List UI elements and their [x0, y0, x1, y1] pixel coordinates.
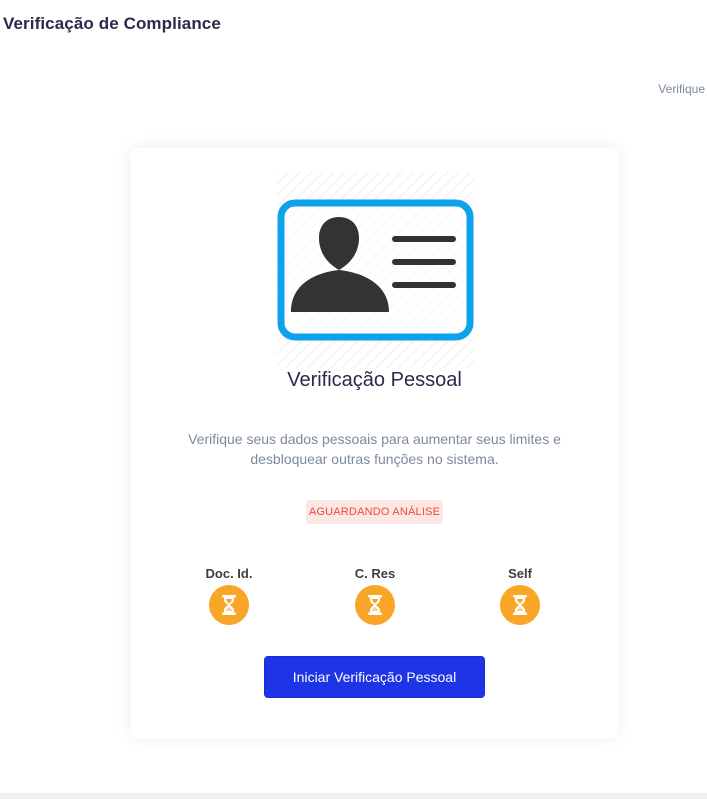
hourglass-icon: [355, 585, 395, 625]
card-title: Verificação Pessoal: [287, 369, 462, 391]
verification-card: Verificação Pessoal Verifique seus dados…: [131, 148, 618, 738]
step-self: Self: [480, 565, 560, 625]
card-description: Verifique seus dados pessoais para aumen…: [188, 431, 561, 467]
step-label: Doc. Id.: [205, 566, 253, 581]
step-label: Self: [508, 566, 532, 581]
status-badge: AGUARDANDO ANÁLISE: [306, 500, 443, 524]
breadcrumb[interactable]: Verifique: [658, 82, 705, 96]
footer-bar: [0, 793, 707, 799]
hourglass-icon: [209, 585, 249, 625]
step-doc-id: Doc. Id.: [189, 565, 269, 625]
start-verification-button[interactable]: Iniciar Verificação Pessoal: [264, 656, 485, 698]
hourglass-icon: [500, 585, 540, 625]
page-title: Verificação de Compliance: [3, 14, 221, 33]
step-label: C. Res: [354, 566, 396, 581]
step-c-res: C. Res: [335, 565, 415, 625]
id-card-icon: [277, 172, 474, 368]
